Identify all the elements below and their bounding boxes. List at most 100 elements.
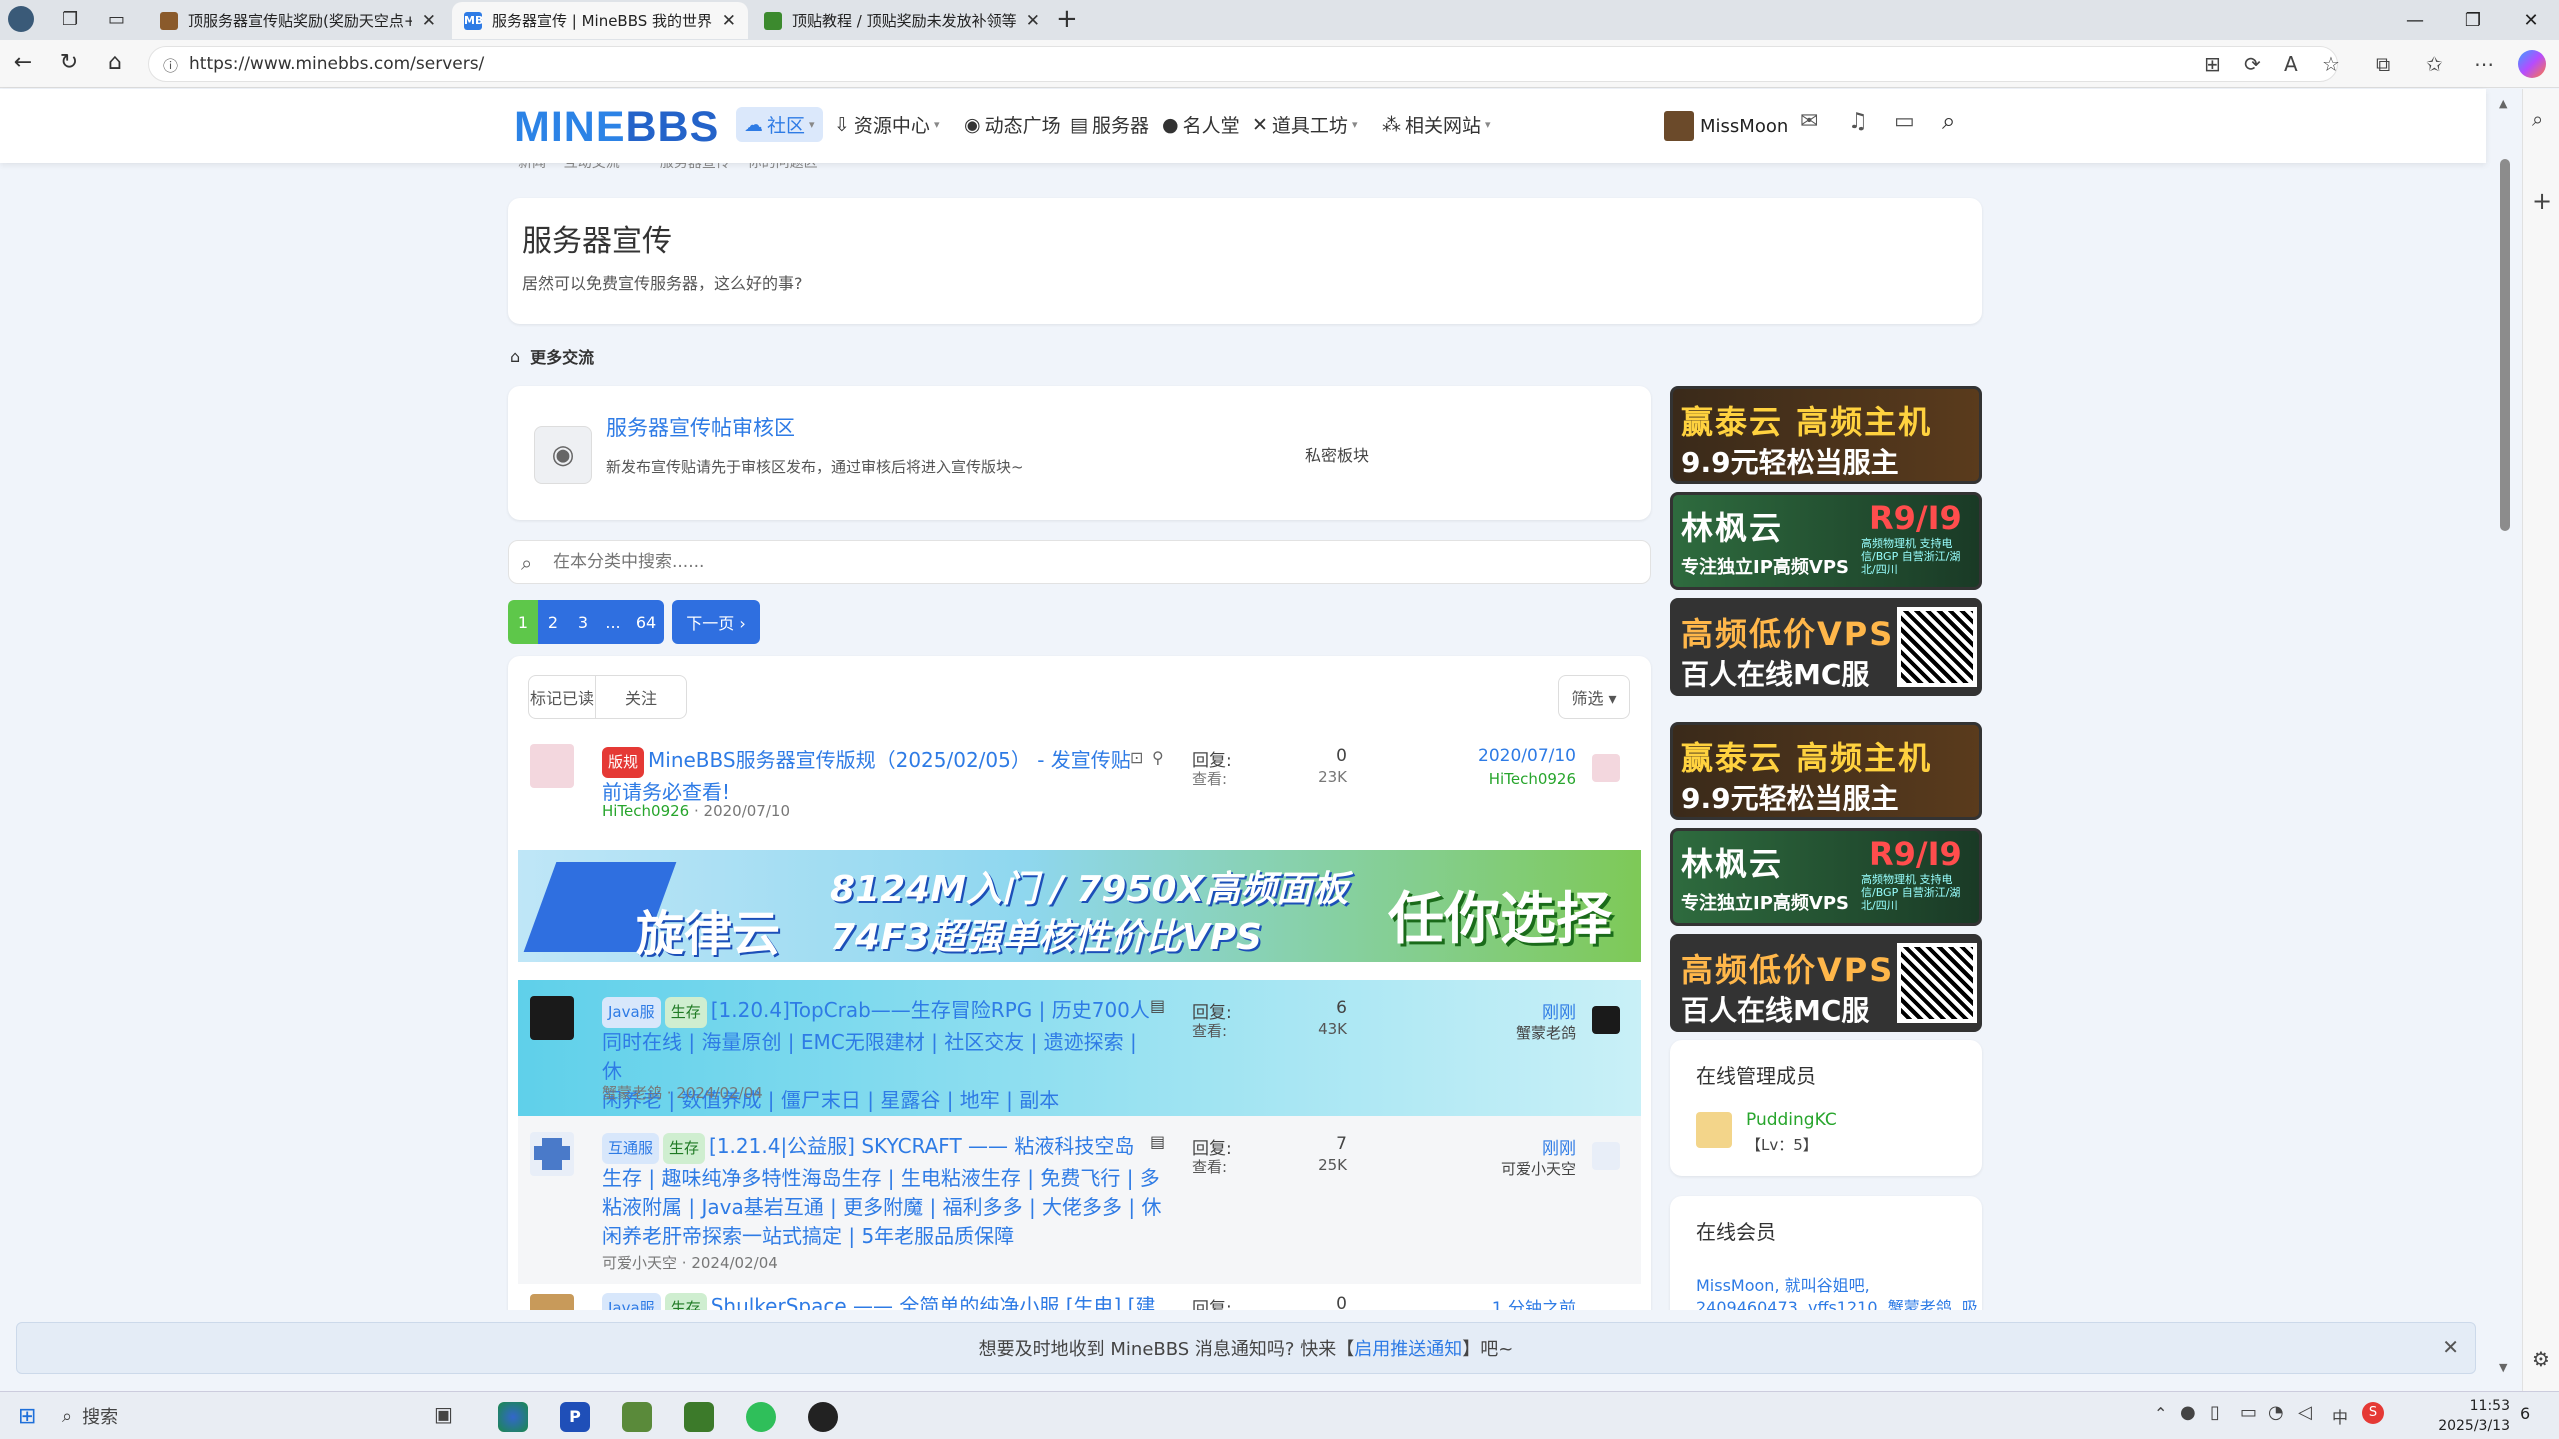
filter-button[interactable]: 筛选 ▾ — [1558, 675, 1630, 719]
refresh-icon[interactable]: ↻ — [54, 50, 84, 75]
site-info-icon[interactable]: ⓘ — [163, 55, 178, 76]
workspaces-icon[interactable]: ❐ — [62, 9, 78, 30]
new-tab-button[interactable]: + — [1056, 4, 1078, 34]
thread-author-link[interactable]: 可爱小天空 — [602, 1254, 677, 1272]
thread-title-link[interactable]: 闲养老肝帝探索一站式搞定 | 5年老服品质保障 — [602, 1222, 1182, 1251]
page-3[interactable]: 3 — [568, 600, 598, 644]
thread-title-link[interactable]: [1.21.4|公益服] SKYCRAFT —— 粘液科技空岛 — [709, 1134, 1134, 1158]
ad-banner[interactable]: 高频低价VPS 百人在线MC服 — [1670, 598, 1982, 696]
more-discussions-link[interactable]: ⌂ 更多交流 — [510, 344, 594, 368]
last-post-user[interactable]: 蟹蒙老鸽 — [1456, 1022, 1576, 1043]
p-app-icon[interactable]: P — [560, 1402, 590, 1432]
follow-button[interactable]: 关注 — [595, 675, 687, 719]
more-menu-icon[interactable]: ⋯ — [2474, 52, 2494, 76]
close-tab-icon[interactable]: ✕ — [1026, 11, 1040, 31]
ad-banner[interactable]: 赢泰云 高频主机 9.9元轻松当服主 — [1670, 386, 1982, 484]
page-2[interactable]: 2 — [538, 600, 568, 644]
scrollbar-thumb[interactable] — [2500, 159, 2510, 531]
nav-feed[interactable]: ◉ 动态广场 — [964, 111, 1061, 138]
profile-avatar-icon[interactable] — [8, 6, 34, 32]
minimize-button[interactable]: — — [2386, 0, 2444, 40]
scroll-up-icon[interactable]: ▲ — [2499, 97, 2507, 110]
mark-read-button[interactable]: 标记已读 — [528, 675, 596, 719]
restore-button[interactable]: ❐ — [2444, 0, 2502, 40]
back-icon[interactable]: ← — [8, 50, 38, 75]
avatar[interactable] — [530, 996, 574, 1040]
thread-author-link[interactable]: HiTech0926 — [602, 802, 689, 820]
extensions-icon[interactable]: ⧉ — [2376, 52, 2390, 76]
close-tab-icon[interactable]: ✕ — [722, 11, 736, 31]
favorites-icon[interactable]: ✩ — [2426, 52, 2443, 76]
edge-browser-icon[interactable] — [498, 1402, 528, 1432]
nav-community[interactable]: ☁ 社区 ▾ — [736, 107, 823, 142]
close-notice-icon[interactable]: ✕ — [2442, 1335, 2459, 1359]
nav-resources[interactable]: ⇩ 资源中心 ▾ — [834, 111, 939, 138]
qq-penguin-icon[interactable] — [808, 1402, 838, 1432]
page-last[interactable]: 64 — [628, 600, 664, 644]
last-post-user[interactable]: 可爱小天空 — [1456, 1158, 1576, 1179]
hosting-banner-ad[interactable]: 旋律云 8124M入门 / 7950X高频面板 74F3超强单核性价比VPS 任… — [518, 850, 1641, 962]
clock[interactable]: 11:53 2025/3/13 — [2420, 1396, 2510, 1436]
grass-block-app-icon[interactable] — [684, 1402, 714, 1432]
avatar[interactable] — [1592, 1006, 1620, 1034]
avatar[interactable] — [1592, 754, 1620, 782]
staff-name-link[interactable]: PuddingKC — [1746, 1110, 1837, 1130]
tab-server-reward[interactable]: 顶服务器宣传贴奖励(奖励天空点+ ✕ — [148, 2, 448, 39]
copilot-icon[interactable] — [2518, 50, 2546, 78]
tray-qq-icon[interactable]: ● — [2180, 1402, 2196, 1423]
notification-badge[interactable]: 6 — [2520, 1404, 2530, 1423]
tab-server-promo[interactable]: MB 服务器宣传 | MineBBS 我的世界中 ✕ — [452, 2, 748, 39]
thread-title-link[interactable]: 生存 | 趣味纯净多特性海岛生存 | 生电粘液生存 | 免费飞行 | 多 — [602, 1164, 1182, 1193]
ad-banner[interactable]: 高频低价VPS 百人在线MC服 — [1670, 934, 1982, 1032]
forum-search-box[interactable]: ⌕ — [508, 540, 1651, 584]
last-post-date[interactable]: 刚刚 — [1456, 998, 1576, 1023]
user-menu[interactable]: MissMoon — [1664, 111, 1788, 141]
ad-banner[interactable]: 赢泰云 高频主机 9.9元轻松当服主 — [1670, 722, 1982, 820]
thread-title-link[interactable]: [1.20.4]TopCrab——生存冒险RPG | 历史700人 — [711, 998, 1150, 1022]
volume-icon[interactable]: ◁ — [2298, 1402, 2312, 1423]
tray-overflow-icon[interactable]: ⌃ — [2154, 1404, 2167, 1423]
apps-icon[interactable]: ⊞ — [2204, 52, 2221, 76]
settings-gear-icon[interactable]: ⚙ — [2532, 1347, 2550, 1371]
last-post-date[interactable]: 2020/07/10 — [1456, 746, 1576, 766]
avatar[interactable] — [530, 744, 574, 788]
minebbs-logo[interactable]: MINEBBS — [514, 103, 719, 152]
last-post-date[interactable]: 刚刚 — [1456, 1134, 1576, 1159]
windows-start-icon[interactable]: ⊞ — [18, 1404, 36, 1429]
url-bar[interactable]: ⓘ https://www.minebbs.com/servers/ — [148, 46, 2338, 82]
last-post-user[interactable]: HiTech0926 — [1456, 770, 1576, 788]
wallet-icon[interactable]: ▭ — [1894, 109, 1915, 134]
tray-app-icon[interactable]: ▯ — [2210, 1402, 2220, 1423]
ime-indicator[interactable]: 中 — [2332, 1404, 2348, 1428]
thread-author-link[interactable]: 蟹蒙老鸽 — [602, 1084, 662, 1102]
ad-banner[interactable]: 林枫云 R9/I9 高频物理机 支持电信/BGP 自营浙江/湖北/四川 专注独立… — [1670, 828, 1982, 926]
forum-search-input[interactable] — [553, 549, 1633, 575]
bell-icon[interactable]: ♫ — [1848, 109, 1868, 134]
scroll-down-icon[interactable]: ▼ — [2499, 1361, 2507, 1374]
avatar[interactable] — [1696, 1112, 1732, 1148]
members-list[interactable]: MissMoon, 就叫谷姐吧, — [1696, 1272, 1870, 1296]
subforum-title-link[interactable]: 服务器宣传帖审核区 — [606, 412, 795, 442]
thread-title-link[interactable]: 同时在线 | 海量原创 | EMC无限建材 | 社区交友 | 遗迹探索 | 休 — [602, 1028, 1162, 1086]
wifi-icon[interactable]: ◔ — [2268, 1402, 2284, 1423]
thread-title-link[interactable]: 粘液附属 | Java基岩互通 | 更多附魔 | 福利多多 | 大佬多多 | 休 — [602, 1193, 1182, 1222]
favorite-star-icon[interactable]: ☆ — [2322, 52, 2340, 76]
scrollbar-track[interactable]: ▲ ▼ — [2488, 89, 2522, 1391]
nav-hall-of-fame[interactable]: ● 名人堂 — [1162, 111, 1240, 138]
page-ellipsis[interactable]: ... — [598, 600, 628, 644]
enable-push-link[interactable]: 启用推送通知 — [1354, 1335, 1462, 1361]
home-icon[interactable]: ⌂ — [100, 50, 130, 75]
table-row[interactable]: 版规 MineBBS服务器宣传版规（2025/02/05） - 发宣传贴 前请务必… — [518, 732, 1641, 844]
nav-workshop[interactable]: ✕ 道具工坊 ▾ — [1252, 111, 1357, 138]
tray-network-icon[interactable]: ▭ — [2240, 1402, 2257, 1423]
table-row[interactable]: Java服 生存 [1.20.4]TopCrab——生存冒险RPG | 历史700人… — [518, 980, 1641, 1116]
nav-related-sites[interactable]: ⁂ 相关网站 ▾ — [1382, 111, 1491, 138]
add-icon[interactable]: + — [2532, 187, 2552, 215]
minecraft-launcher-icon[interactable] — [622, 1402, 652, 1432]
search-icon[interactable]: ⌕ — [2532, 107, 2543, 131]
green-app-icon[interactable] — [746, 1402, 776, 1432]
next-page-button[interactable]: 下一页 › — [672, 600, 760, 644]
ad-banner[interactable]: 林枫云 R9/I9 高频物理机 支持电信/BGP 自营浙江/湖北/四川 专注独立… — [1670, 492, 1982, 590]
sogou-input-icon[interactable]: S — [2362, 1402, 2384, 1424]
translate-icon[interactable]: ⟳ — [2244, 52, 2261, 76]
